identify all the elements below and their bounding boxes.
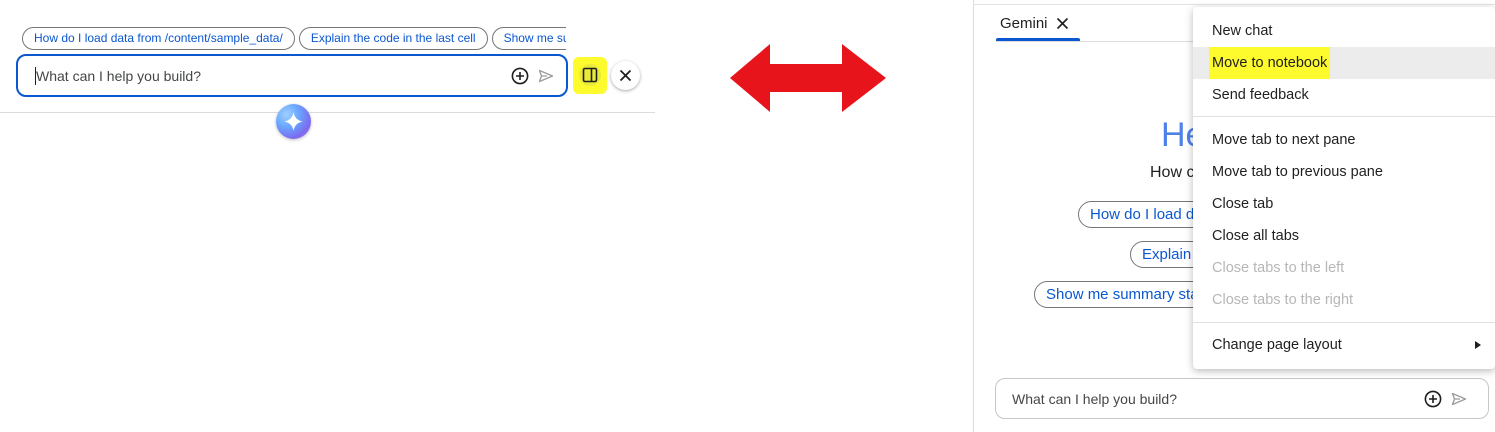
move-to-side-panel-button[interactable] bbox=[573, 57, 607, 94]
tab-context-menu: New chat Move to notebook Send feedback … bbox=[1193, 7, 1495, 369]
suggestion-chip-load-data[interactable]: How do I load da bbox=[1078, 201, 1208, 228]
close-panel-button[interactable] bbox=[611, 61, 640, 90]
plus-circle-icon[interactable] bbox=[1424, 390, 1442, 413]
plus-circle-icon[interactable] bbox=[511, 67, 529, 90]
menu-item-close-all-tabs[interactable]: Close all tabs bbox=[1193, 220, 1495, 252]
gemini-button[interactable] bbox=[276, 104, 311, 139]
prompt-input[interactable] bbox=[36, 65, 496, 87]
tab-gemini[interactable]: Gemini bbox=[996, 8, 1082, 42]
divider bbox=[0, 112, 655, 113]
menu-item-new-chat[interactable]: New chat bbox=[1193, 15, 1495, 47]
menu-item-move-tab-next-pane[interactable]: Move tab to next pane bbox=[1193, 124, 1495, 156]
double-arrow-icon bbox=[730, 44, 886, 112]
floating-gemini-panel: How do I load data from /content/sample_… bbox=[0, 0, 655, 432]
menu-item-move-tab-previous-pane[interactable]: Move tab to previous pane bbox=[1193, 156, 1495, 188]
menu-item-change-page-layout[interactable]: Change page layout bbox=[1193, 329, 1495, 361]
prompt-input[interactable] bbox=[1012, 389, 1402, 409]
greeting-subtitle: How c bbox=[1150, 164, 1195, 181]
send-icon[interactable] bbox=[1451, 391, 1467, 412]
panel-border bbox=[973, 0, 974, 432]
close-icon bbox=[619, 69, 632, 82]
tab-label: Gemini bbox=[1000, 15, 1048, 32]
prompt-input-box[interactable] bbox=[16, 54, 568, 97]
side-panel-icon bbox=[582, 67, 598, 83]
send-icon[interactable] bbox=[538, 68, 554, 89]
panel-top-border bbox=[973, 4, 1495, 5]
suggestion-chip-explain-code[interactable]: Explain the code in the last cell bbox=[298, 27, 488, 50]
menu-separator bbox=[1193, 322, 1495, 323]
menu-item-close-tab[interactable]: Close tab bbox=[1193, 188, 1495, 220]
menu-item-close-tabs-left: Close tabs to the left bbox=[1212, 260, 1345, 276]
suggestion-chip-summary-stats[interactable]: Show me summary statistics bbox=[491, 27, 566, 50]
suggestion-chips: How do I load data from /content/sample_… bbox=[22, 27, 566, 51]
menu-item-send-feedback[interactable]: Send feedback bbox=[1193, 79, 1495, 111]
menu-separator bbox=[1193, 116, 1495, 117]
suggestion-chip-load-data[interactable]: How do I load data from /content/sample_… bbox=[22, 27, 295, 50]
prompt-input-box[interactable] bbox=[995, 378, 1489, 419]
suggestion-chip-summary-stats[interactable]: Show me summary sta bbox=[1034, 281, 1210, 308]
submenu-triangle-icon bbox=[1475, 341, 1481, 349]
menu-item-close-tabs-right: Close tabs to the right bbox=[1212, 292, 1354, 308]
sparkle-icon bbox=[284, 112, 303, 131]
menu-item-move-to-notebook[interactable]: Move to notebook bbox=[1193, 47, 1495, 79]
close-icon[interactable] bbox=[1056, 17, 1069, 35]
